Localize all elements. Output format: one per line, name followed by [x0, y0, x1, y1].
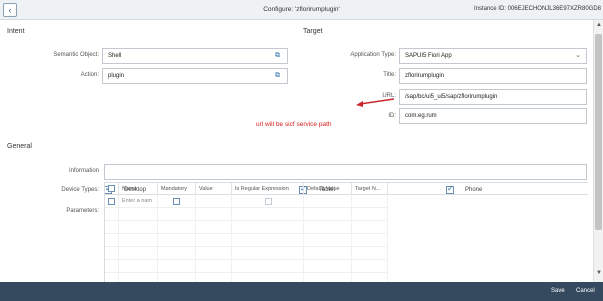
url-value: /sap/bc/ui5_ui5/sap/zflorirumplugin — [405, 94, 498, 100]
footer-bar: Save Cancel — [0, 282, 603, 301]
vertical-scrollbar[interactable]: ▲ ▼ — [593, 20, 603, 282]
general-section-title: General — [7, 143, 32, 150]
select-all-checkbox[interactable] — [108, 185, 115, 192]
select-all-cell — [105, 183, 119, 195]
column-header-value[interactable]: Value — [196, 183, 232, 195]
url-input[interactable]: /sap/bc/ui5_ui5/sap/zflorirumplugin — [399, 89, 587, 105]
action-label: Action: — [80, 72, 99, 78]
column-header-target-name[interactable]: Target N... — [352, 183, 388, 195]
id-input[interactable]: com.eg.rum — [399, 108, 587, 124]
id-label: ID: — [388, 113, 396, 119]
parameters-table: Name Mandatory Value Is Regular Expressi… — [104, 182, 588, 282]
table-header: Name Mandatory Value Is Regular Expressi… — [105, 182, 588, 195]
column-header-name[interactable]: Name — [119, 183, 158, 195]
value-help-icon[interactable]: ⧉ — [275, 52, 283, 60]
cancel-button[interactable]: Cancel — [576, 288, 595, 294]
action-input[interactable]: plugin ⧉ — [102, 68, 288, 84]
name-input[interactable]: Enter a nam — [122, 198, 152, 204]
scroll-down-icon[interactable]: ▼ — [596, 270, 602, 276]
mandatory-checkbox[interactable] — [173, 198, 180, 205]
annotation-text: url will be sicf service path — [256, 121, 332, 128]
title-label: Title: — [383, 72, 396, 78]
scroll-up-icon[interactable]: ▲ — [596, 22, 602, 28]
row-select-checkbox[interactable] — [108, 198, 115, 205]
chevron-down-icon: ⌄ — [575, 52, 581, 59]
device-types-label: Device Types: — [61, 187, 99, 193]
instance-id: Instance ID: 006EJECHONJL36E97XZR80GD8 — [473, 6, 601, 12]
table-row — [105, 208, 388, 221]
id-value: com.eg.rum — [405, 113, 437, 119]
intent-section-title: Intent — [7, 28, 25, 35]
action-value: plugin — [108, 73, 125, 79]
table-row — [105, 234, 388, 247]
table-row — [105, 221, 388, 234]
semantic-object-input[interactable]: Shell ⧉ — [102, 48, 288, 64]
table-row[interactable]: Enter a nam — [105, 195, 388, 208]
parameters-label: Parameters: — [66, 208, 99, 214]
annotation-arrow — [356, 98, 395, 107]
information-input[interactable] — [104, 164, 587, 180]
table-row — [105, 260, 388, 273]
semantic-object-label: Semantic Object: — [53, 52, 99, 58]
value-help-icon[interactable]: ⧉ — [275, 72, 283, 80]
scroll-thumb[interactable] — [595, 34, 602, 230]
column-header-default-value[interactable]: Default Value — [304, 183, 352, 195]
column-header-regex[interactable]: Is Regular Expression — [232, 183, 304, 195]
title-input[interactable]: zflorirumplugin — [399, 68, 587, 84]
table-row — [105, 247, 388, 260]
semantic-object-value: Shell — [108, 53, 122, 59]
save-button[interactable]: Save — [551, 288, 565, 294]
target-section-title: Target — [303, 28, 323, 35]
top-bar: ‹ Configure: 'zflorirumplugin' Instance … — [0, 0, 603, 20]
regex-checkbox[interactable] — [265, 198, 272, 205]
application-type-value: SAPUI5 Fiori App — [405, 53, 452, 59]
information-label: Information — [68, 168, 99, 174]
column-header-mandatory[interactable]: Mandatory — [158, 183, 196, 195]
application-type-select[interactable]: SAPUI5 Fiori App ⌄ — [399, 48, 587, 64]
application-type-label: Application Type: — [350, 52, 396, 58]
title-value: zflorirumplugin — [405, 73, 445, 79]
